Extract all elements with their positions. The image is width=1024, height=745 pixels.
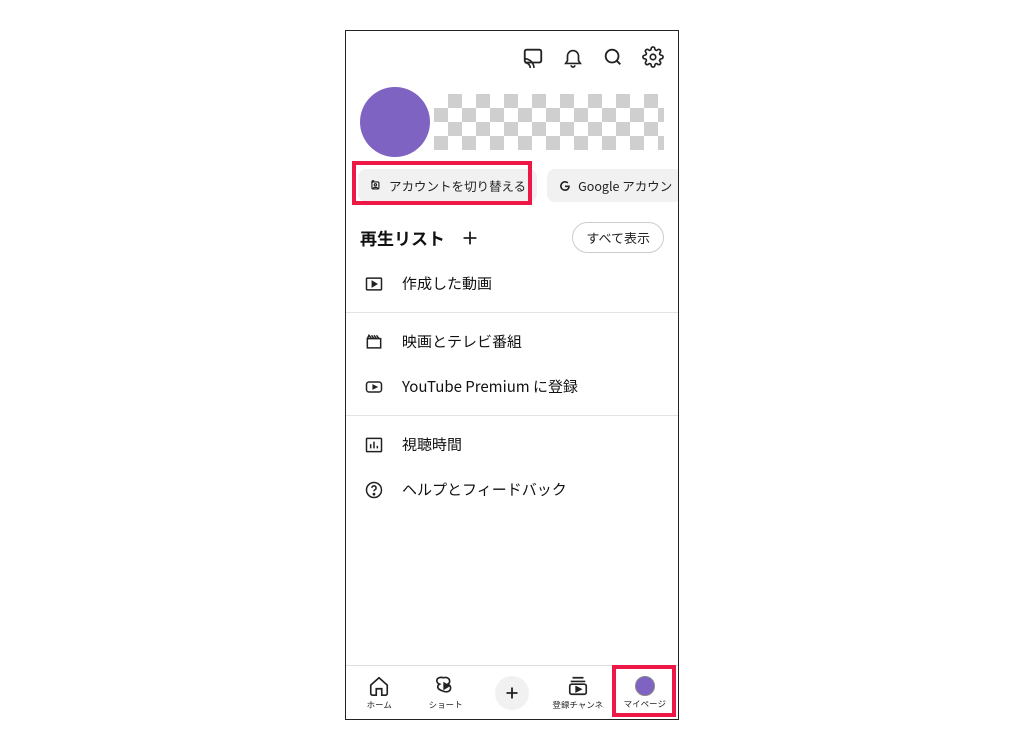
cast-icon[interactable] (522, 46, 544, 68)
add-playlist-icon[interactable] (459, 227, 481, 249)
avatar[interactable] (360, 87, 430, 157)
playlist-title: 再生リスト (360, 225, 445, 250)
subscriptions-icon (567, 675, 589, 697)
switch-account-label: アカウントを切り替える (389, 176, 526, 195)
plus-icon (501, 682, 523, 704)
profile-header (346, 77, 678, 165)
nav-label: ショート (429, 699, 463, 711)
row-watch-time[interactable]: 視聴時間 (346, 422, 678, 467)
menu-list: 作成した動画 映画とテレビ番組 YouTube Premium に登録 視聴時間… (346, 257, 678, 516)
row-label: YouTube Premium に登録 (402, 376, 578, 397)
bell-icon[interactable] (562, 46, 584, 68)
row-label: 映画とテレビ番組 (402, 331, 522, 352)
top-bar (346, 31, 678, 77)
divider (346, 312, 678, 313)
nav-subscriptions[interactable]: 登録チャンネ.. (545, 666, 611, 719)
shorts-icon (435, 675, 457, 697)
settings-icon[interactable] (642, 46, 664, 68)
row-label: 視聴時間 (402, 434, 462, 455)
nav-label: マイページ (624, 698, 666, 710)
search-icon[interactable] (602, 46, 624, 68)
google-icon (558, 179, 572, 193)
clapper-icon (364, 332, 384, 352)
bar-chart-icon (364, 435, 384, 455)
row-label: 作成した動画 (402, 273, 492, 294)
show-all-button[interactable]: すべて表示 (572, 222, 664, 253)
nav-label: ホーム (367, 699, 392, 711)
nav-shorts[interactable]: ショート (412, 666, 478, 719)
bottom-nav: ホーム ショート 登録チャンネ.. マイページ (346, 665, 678, 719)
divider (346, 415, 678, 416)
row-premium[interactable]: YouTube Premium に登録 (346, 364, 678, 409)
nav-mypage[interactable]: マイページ (612, 666, 678, 719)
account-chip-row: アカウントを切り替える Google アカウン (346, 165, 678, 206)
row-created-videos[interactable]: 作成した動画 (346, 261, 678, 306)
home-icon (368, 675, 390, 697)
google-account-chip[interactable]: Google アカウン (547, 169, 679, 202)
phone-frame: アカウントを切り替える Google アカウン 再生リスト すべて表示 作成した… (345, 30, 679, 720)
nav-home[interactable]: ホーム (346, 666, 412, 719)
switch-account-icon (369, 179, 383, 193)
row-movies-tv[interactable]: 映画とテレビ番組 (346, 319, 678, 364)
avatar-small-icon (635, 676, 655, 696)
nav-create[interactable] (479, 666, 545, 719)
switch-account-chip[interactable]: アカウントを切り替える (358, 169, 537, 202)
help-icon (364, 480, 384, 500)
row-help-feedback[interactable]: ヘルプとフィードバック (346, 467, 678, 512)
nav-label: 登録チャンネ.. (552, 699, 604, 711)
youtube-icon (364, 377, 384, 397)
row-label: ヘルプとフィードバック (402, 479, 567, 500)
username-redacted (434, 94, 664, 150)
google-account-label: Google アカウン (578, 176, 672, 195)
play-box-icon (364, 274, 384, 294)
playlist-section-header: 再生リスト すべて表示 (346, 206, 678, 257)
